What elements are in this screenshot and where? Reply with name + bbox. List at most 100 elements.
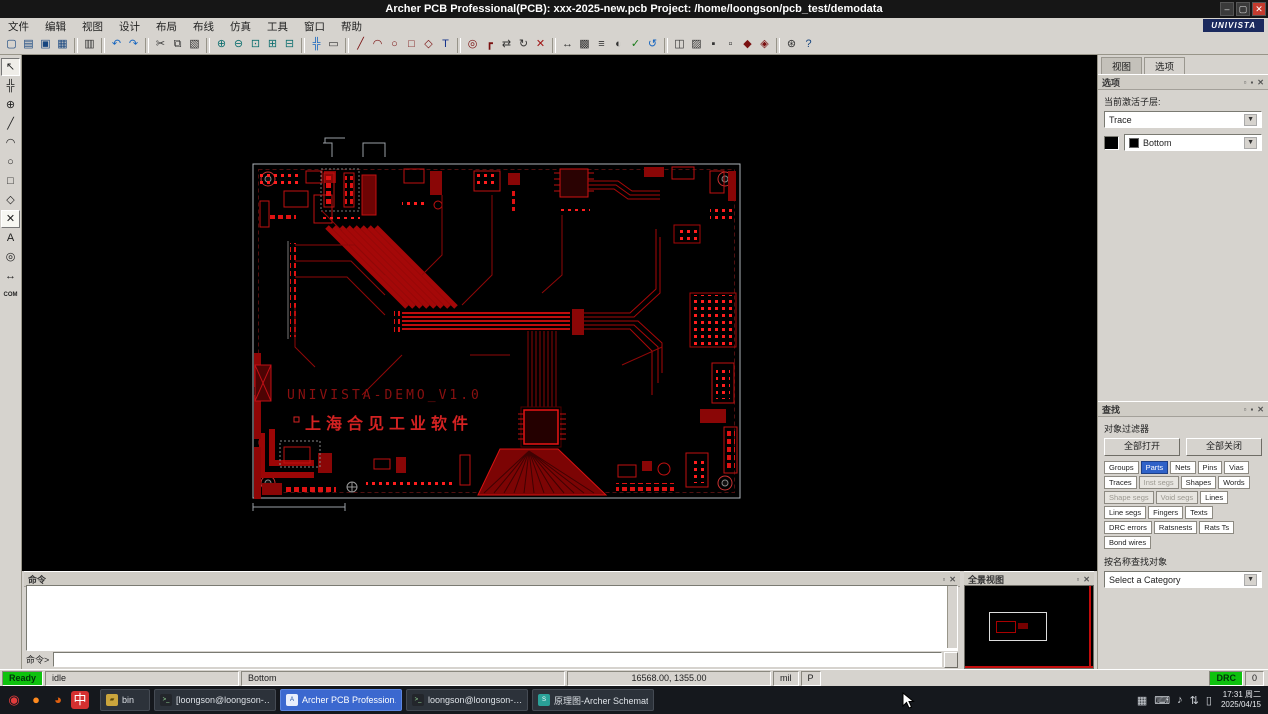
filter-button[interactable]: Inst segs: [1139, 476, 1179, 489]
zoom-previous-icon[interactable]: ⊟: [281, 37, 298, 53]
menu-item[interactable]: 编辑: [37, 19, 74, 36]
select-tool[interactable]: ↖: [1, 58, 20, 76]
add-arc-icon[interactable]: ◠: [369, 37, 386, 53]
taskbar-window-button[interactable]: S 原理图-Archer Schemat…: [532, 689, 654, 711]
start-menu-icon[interactable]: ◉: [5, 691, 23, 709]
filter-button[interactable]: Vias: [1224, 461, 1248, 474]
arc-tool[interactable]: ◠: [1, 134, 20, 152]
drc-check-icon[interactable]: ✓: [627, 37, 644, 53]
filter-button[interactable]: Pins: [1198, 461, 1223, 474]
toggle-ratsnest-icon[interactable]: ▨: [688, 37, 705, 53]
add-polygon-icon[interactable]: ◇: [420, 37, 437, 53]
layer-select[interactable]: Bottom ▼: [1124, 134, 1262, 151]
com-tool[interactable]: COM: [1, 286, 20, 304]
command-output[interactable]: [26, 585, 958, 651]
toggle-silk-icon[interactable]: ▫: [722, 37, 739, 53]
circle-tool[interactable]: ○: [1, 153, 20, 171]
dock-icon[interactable]: ▫: [942, 575, 945, 584]
dock-icon[interactable]: ▫: [1076, 575, 1079, 584]
menu-item[interactable]: 仿真: [222, 19, 259, 36]
refresh-icon[interactable]: ↺: [644, 37, 661, 53]
add-line-icon[interactable]: ╱: [352, 37, 369, 53]
filter-button[interactable]: Nets: [1170, 461, 1195, 474]
menu-item[interactable]: 窗口: [296, 19, 333, 36]
workspace-icon[interactable]: ▦: [1137, 694, 1147, 707]
network-icon[interactable]: ⇅: [1190, 694, 1199, 707]
rect-tool[interactable]: □: [1, 172, 20, 190]
redo-icon[interactable]: ↷: [125, 37, 142, 53]
toggle-shapes-icon[interactable]: ◈: [756, 37, 773, 53]
via-tool[interactable]: ◎: [1, 248, 20, 266]
dock-icon[interactable]: ▫: [1244, 405, 1247, 414]
cut-icon[interactable]: ✂: [152, 37, 169, 53]
menu-item[interactable]: 布线: [185, 19, 222, 36]
undo-icon[interactable]: ↶: [108, 37, 125, 53]
filter-button[interactable]: Traces: [1104, 476, 1137, 489]
save-file-icon[interactable]: ▣: [37, 37, 54, 53]
route-icon[interactable]: ┏: [481, 37, 498, 53]
measure-tool[interactable]: ↔: [1, 267, 20, 285]
toggle-pads-icon[interactable]: ▪: [705, 37, 722, 53]
pcb-canvas[interactable]: UNIVISTA-DEMO_V1.0 上海合见工业软件: [22, 55, 1097, 571]
grid-icon[interactable]: ▩: [576, 37, 593, 53]
menu-item[interactable]: 文件: [0, 19, 37, 36]
menu-item[interactable]: 帮助: [333, 19, 370, 36]
print-icon[interactable]: ▥: [81, 37, 98, 53]
filter-button[interactable]: Bond wires: [1104, 536, 1151, 549]
wire-tool[interactable]: ╱: [1, 115, 20, 133]
filter-button[interactable]: Ratsnests: [1154, 521, 1197, 534]
taskbar-window-button[interactable]: >_ loongson@loongson-…: [406, 689, 528, 711]
menu-item[interactable]: 工具: [259, 19, 296, 36]
mirror-icon[interactable]: ⇄: [498, 37, 515, 53]
cross-probe-tool[interactable]: ✕: [1, 210, 20, 228]
copy-icon[interactable]: ⧉: [169, 37, 186, 53]
help-icon[interactable]: ?: [800, 37, 817, 53]
taskbar-window-button[interactable]: ▰ bin: [100, 689, 150, 711]
software-center-icon[interactable]: ◕: [49, 691, 67, 709]
settings-icon[interactable]: ⊛: [783, 37, 800, 53]
add-rect-icon[interactable]: □: [403, 37, 420, 53]
pin-icon[interactable]: ▪: [1250, 78, 1253, 87]
zoom-in-icon[interactable]: ⊕: [213, 37, 230, 53]
zoom-fit-icon[interactable]: ⊡: [247, 37, 264, 53]
toggle-layers-icon[interactable]: ◫: [671, 37, 688, 53]
close-icon[interactable]: ✕: [1257, 405, 1264, 414]
all-on-button[interactable]: 全部打开: [1104, 438, 1180, 456]
command-scrollbar[interactable]: [947, 586, 957, 648]
command-input[interactable]: [53, 652, 942, 667]
open-file-icon[interactable]: ▤: [20, 37, 37, 53]
layers-icon[interactable]: ≡: [593, 37, 610, 53]
highlight-icon[interactable]: ◐: [610, 37, 627, 53]
zoom-out-icon[interactable]: ⊖: [230, 37, 247, 53]
select-window-icon[interactable]: ▭: [325, 37, 342, 53]
firefox-icon[interactable]: ●: [27, 691, 45, 709]
filter-button[interactable]: Groups: [1104, 461, 1139, 474]
filter-button[interactable]: Void segs: [1156, 491, 1199, 504]
right-panel-tab[interactable]: 选项: [1144, 57, 1185, 74]
filter-button[interactable]: Line segs: [1104, 506, 1146, 519]
input-method-icon[interactable]: 中: [71, 691, 89, 709]
paste-icon[interactable]: ▧: [186, 37, 203, 53]
all-off-button[interactable]: 全部关闭: [1186, 438, 1262, 456]
filter-button[interactable]: Fingers: [1148, 506, 1183, 519]
taskbar-clock[interactable]: 17:31 周二 2025/04/15: [1221, 690, 1261, 710]
filter-button[interactable]: DRC errors: [1104, 521, 1152, 534]
zoom-window-icon[interactable]: ⊞: [264, 37, 281, 53]
filter-button[interactable]: Rats Ts: [1199, 521, 1234, 534]
filter-button[interactable]: Words: [1218, 476, 1250, 489]
layer-color-swatch[interactable]: [1104, 136, 1119, 150]
menu-item[interactable]: 设计: [111, 19, 148, 36]
volume-icon[interactable]: ♪: [1177, 694, 1183, 706]
close-button[interactable]: ✕: [1252, 2, 1266, 16]
rotate-icon[interactable]: ↻: [515, 37, 532, 53]
menu-item[interactable]: 布局: [148, 19, 185, 36]
minimap-view[interactable]: [964, 585, 1094, 669]
minimize-button[interactable]: –: [1220, 2, 1234, 16]
taskbar-window-button[interactable]: A Archer PCB Profession…: [280, 689, 402, 711]
delete-icon[interactable]: ✕: [532, 37, 549, 53]
text-tool[interactable]: A: [1, 229, 20, 247]
battery-icon[interactable]: ▯: [1206, 694, 1212, 707]
filter-button[interactable]: Lines: [1200, 491, 1228, 504]
polygon-tool[interactable]: ◇: [1, 191, 20, 209]
add-text-icon[interactable]: T: [437, 37, 454, 53]
